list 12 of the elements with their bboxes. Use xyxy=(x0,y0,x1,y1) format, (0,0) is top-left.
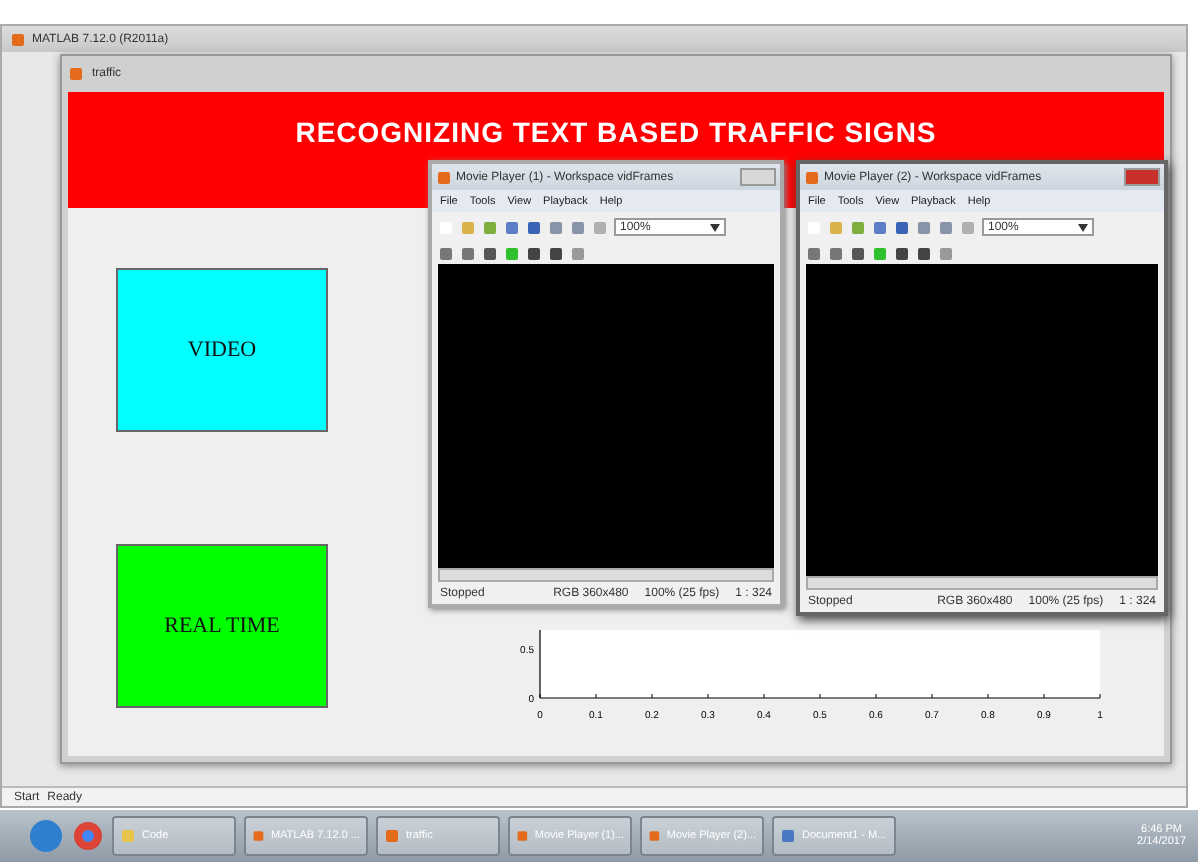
close-button[interactable] xyxy=(1124,168,1160,186)
browser-icon[interactable] xyxy=(72,820,104,852)
close-button[interactable] xyxy=(740,168,776,186)
scrollbar[interactable] xyxy=(806,576,1158,590)
scrollbar[interactable] xyxy=(438,568,774,582)
y-axis xyxy=(539,629,541,699)
push-button[interactable]: REAL TIME xyxy=(116,544,328,708)
push-button[interactable]: VIDEO xyxy=(116,268,328,432)
banner-title: RECOGNIZING TEXT BASED TRAFFIC SIGNS xyxy=(295,116,937,148)
start-icon[interactable] xyxy=(28,818,64,854)
caret-icon xyxy=(1078,223,1088,231)
caret-icon xyxy=(710,223,720,231)
